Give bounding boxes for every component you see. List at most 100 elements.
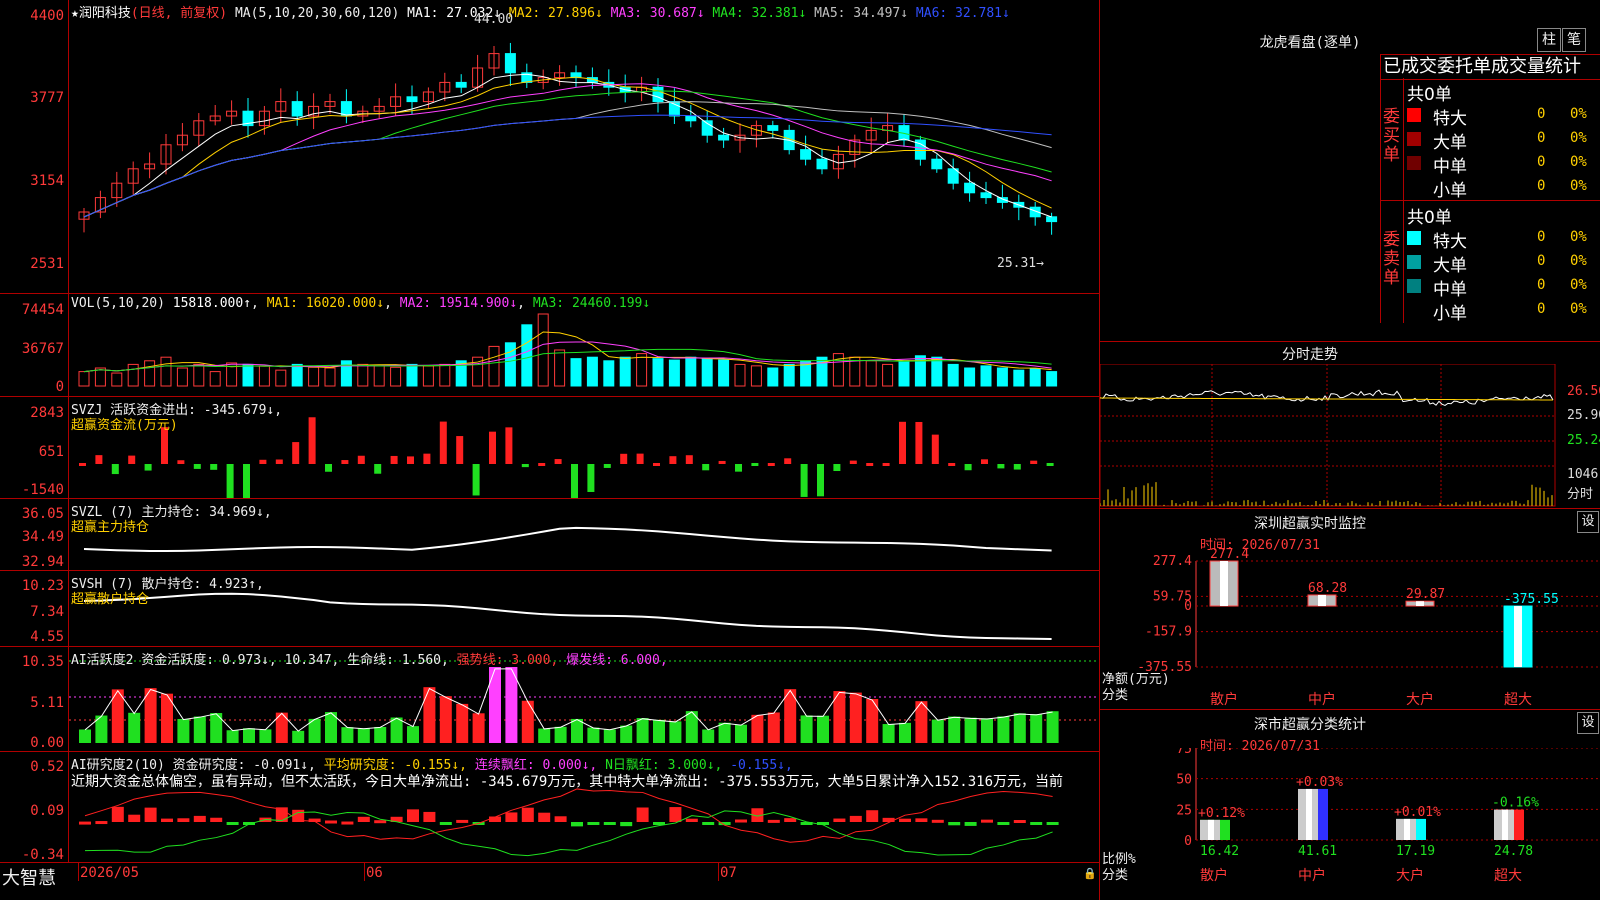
order-pct: 0%: [1570, 277, 1587, 293]
activity-bar: [718, 722, 731, 743]
price-axis-label: 3154: [30, 173, 64, 189]
flow-bar: [357, 455, 365, 464]
tick-mode-button[interactable]: 笔: [1562, 28, 1586, 52]
order-pct: 0%: [1570, 130, 1587, 146]
class-stats-panel[interactable]: 深市超赢分类统计 设 时间: 2026/07/31 75 50 25 0 +0.12% 1…: [1100, 710, 1600, 900]
net-amount-bar[interactable]: [1503, 605, 1533, 668]
activity-bar: [997, 716, 1010, 743]
volume-bar: [258, 365, 270, 387]
class-ratio-bar[interactable]: [1494, 809, 1524, 840]
research-bar: [456, 819, 469, 823]
price-chart[interactable]: [69, 0, 1099, 293]
volume-bar: [275, 369, 287, 387]
candle-body: [800, 149, 812, 160]
ai-research-axis-label: 0.09: [30, 803, 64, 819]
intraday-axis-label: 26.56: [1567, 384, 1600, 399]
ma-value-3: MA3: 30.687↓: [602, 6, 705, 21]
svzj-pane[interactable]: 2843 651 -1540 SVZJ 活跃资金进出: -345.679↓, 超…: [0, 397, 1099, 499]
ai-research-pane[interactable]: 0.52 0.09 -0.34 AI研究度2(10) 资金研究度: -0.091…: [0, 752, 1099, 863]
candle-body: [406, 96, 418, 103]
net-amount-bar[interactable]: [1307, 594, 1337, 607]
dragon-tiger-panel[interactable]: 龙虎看盘(逐单) 柱 笔 已成交委托单成交量统计 委买单 共0单 特大 0 0%…: [1100, 0, 1600, 342]
volume-bar: [750, 365, 762, 387]
activity-bar: [292, 730, 305, 743]
order-type: 小单: [1433, 304, 1467, 324]
monitor-axis-label: -157.9: [1145, 625, 1192, 640]
order-row: 特大 0 0%: [1405, 104, 1600, 129]
activity-bar: [702, 729, 715, 743]
net-amount-chart[interactable]: 277.459.750-157.9-375.55277.4散户68.28中户29…: [1100, 547, 1600, 709]
research-bar: [538, 812, 551, 822]
order-row: 中单 0 0%: [1405, 275, 1600, 300]
bar-mode-button[interactable]: 柱: [1537, 28, 1561, 52]
class-stats-settings-button[interactable]: 设: [1577, 712, 1599, 734]
activity-bar: [1030, 714, 1043, 743]
activity-bar: [128, 712, 141, 743]
net-amount-bar-highlight: [1318, 594, 1326, 607]
realtime-monitor-panel[interactable]: 深圳超赢实时监控 设 时间: 2026/07/31 277.4 59.75 0 -15…: [1100, 509, 1600, 710]
svzl-pane[interactable]: 36.05 34.49 32.94 SVZL (7) 主力持仓: 34.969↓…: [0, 499, 1099, 571]
date-axis-bar: 大智慧 2026/05 06 07 🔒: [0, 863, 1099, 900]
candle-body: [816, 158, 828, 170]
category-label: 大户: [1406, 691, 1434, 708]
net-amount-bar[interactable]: [1209, 560, 1239, 607]
activity-bar: [341, 727, 354, 743]
activity-bar: [669, 721, 682, 743]
period-label[interactable]: (日线, 前复权): [131, 6, 227, 21]
volume-bar: [504, 342, 516, 387]
volume-bar: [947, 363, 959, 387]
candlestick-chart[interactable]: [69, 0, 1099, 293]
activity-bar: [538, 728, 551, 743]
order-color-swatch: [1407, 255, 1421, 269]
monitor-settings-button[interactable]: 设: [1577, 511, 1599, 533]
flow-bar: [669, 456, 677, 464]
vol-label[interactable]: VOL(5,10,20): [71, 296, 165, 311]
class-ratio-chart[interactable]: 75 50 25 0 +0.12% 16.42 散户 +0.03% 41.61 中户 +0.01% 1…: [1100, 748, 1600, 900]
date-label: 2026/05: [80, 865, 140, 881]
flow-bar: [177, 460, 185, 464]
volume-axis-label: 74454: [21, 302, 64, 318]
intraday-mode-label[interactable]: 分时: [1567, 483, 1593, 502]
price-pane[interactable]: 4400 3777 3154 2531 ★润阳科技(日线, 前复权) MA(5,…: [0, 0, 1099, 294]
svsh-pane[interactable]: 10.23 7.34 4.55 SVSH (7) 散户持仓: 4.923↑, 超…: [0, 571, 1099, 647]
flow-bar: [866, 463, 874, 466]
research-bar: [210, 817, 223, 822]
net-amount-value: -375.55: [1504, 592, 1559, 607]
research-bar: [325, 820, 337, 824]
monitor-axis-label: 277.4: [1153, 554, 1192, 569]
order-pct: 0%: [1570, 253, 1587, 269]
flow-bar: [292, 442, 300, 464]
svsh-axis-label: 4.55: [30, 629, 64, 645]
lock-icon[interactable]: 🔒: [1083, 867, 1097, 880]
volume-bar: [422, 365, 434, 387]
fund-commentary: 近期大资金总体偏空，虽有异动，但不太活跃，今日大单净流出: -345.679万元…: [71, 774, 1064, 790]
ai-activity-legend[interactable]: AI活跃度2 资金活跃度: 0.973↓, 10.347, 生命线: 1.560…: [71, 649, 668, 668]
research-bar: [948, 822, 961, 826]
stock-name[interactable]: ★润阳科技: [71, 6, 131, 21]
order-pct: 0%: [1570, 229, 1587, 245]
volume-bar: [931, 356, 943, 387]
order-type: 小单: [1433, 181, 1467, 201]
ai-activity-pane[interactable]: 10.35 5.11 0.00 AI活跃度2 资金活跃度: 0.973↓, 10…: [0, 647, 1099, 752]
flow-bar: [193, 464, 201, 469]
research-bar: [554, 816, 567, 822]
class-ratio-bar[interactable]: [1298, 788, 1328, 840]
order-stats-tabs[interactable]: 已成交委托单成交量统计: [1380, 54, 1600, 80]
volume-bar: [1046, 371, 1058, 387]
class-ratio-bar[interactable]: [1396, 818, 1426, 840]
research-bar: [669, 807, 682, 822]
research-bar: [226, 822, 239, 825]
ma-group-label[interactable]: MA(5,10,20,30,60,120): [235, 6, 399, 21]
vol-ma1: MA1: 16020.000↓: [266, 296, 385, 311]
flow-bar: [833, 464, 841, 472]
ai-activity-axis-label: 5.11: [30, 695, 64, 711]
activity-bar: [882, 724, 895, 743]
intraday-chart[interactable]: [1100, 364, 1565, 507]
volume-pane[interactable]: 74454 36767 0 VOL(5,10,20) 15818.000↑, M…: [0, 294, 1099, 397]
activity-bar: [243, 728, 255, 743]
research-bar: [931, 819, 944, 823]
intraday-panel[interactable]: 分时走势 26.56 25.90 25.24 1046 分时: [1100, 342, 1600, 509]
candle-body: [931, 158, 943, 170]
class-ratio-bar[interactable]: [1200, 819, 1230, 840]
research-bar: [1013, 820, 1026, 824]
